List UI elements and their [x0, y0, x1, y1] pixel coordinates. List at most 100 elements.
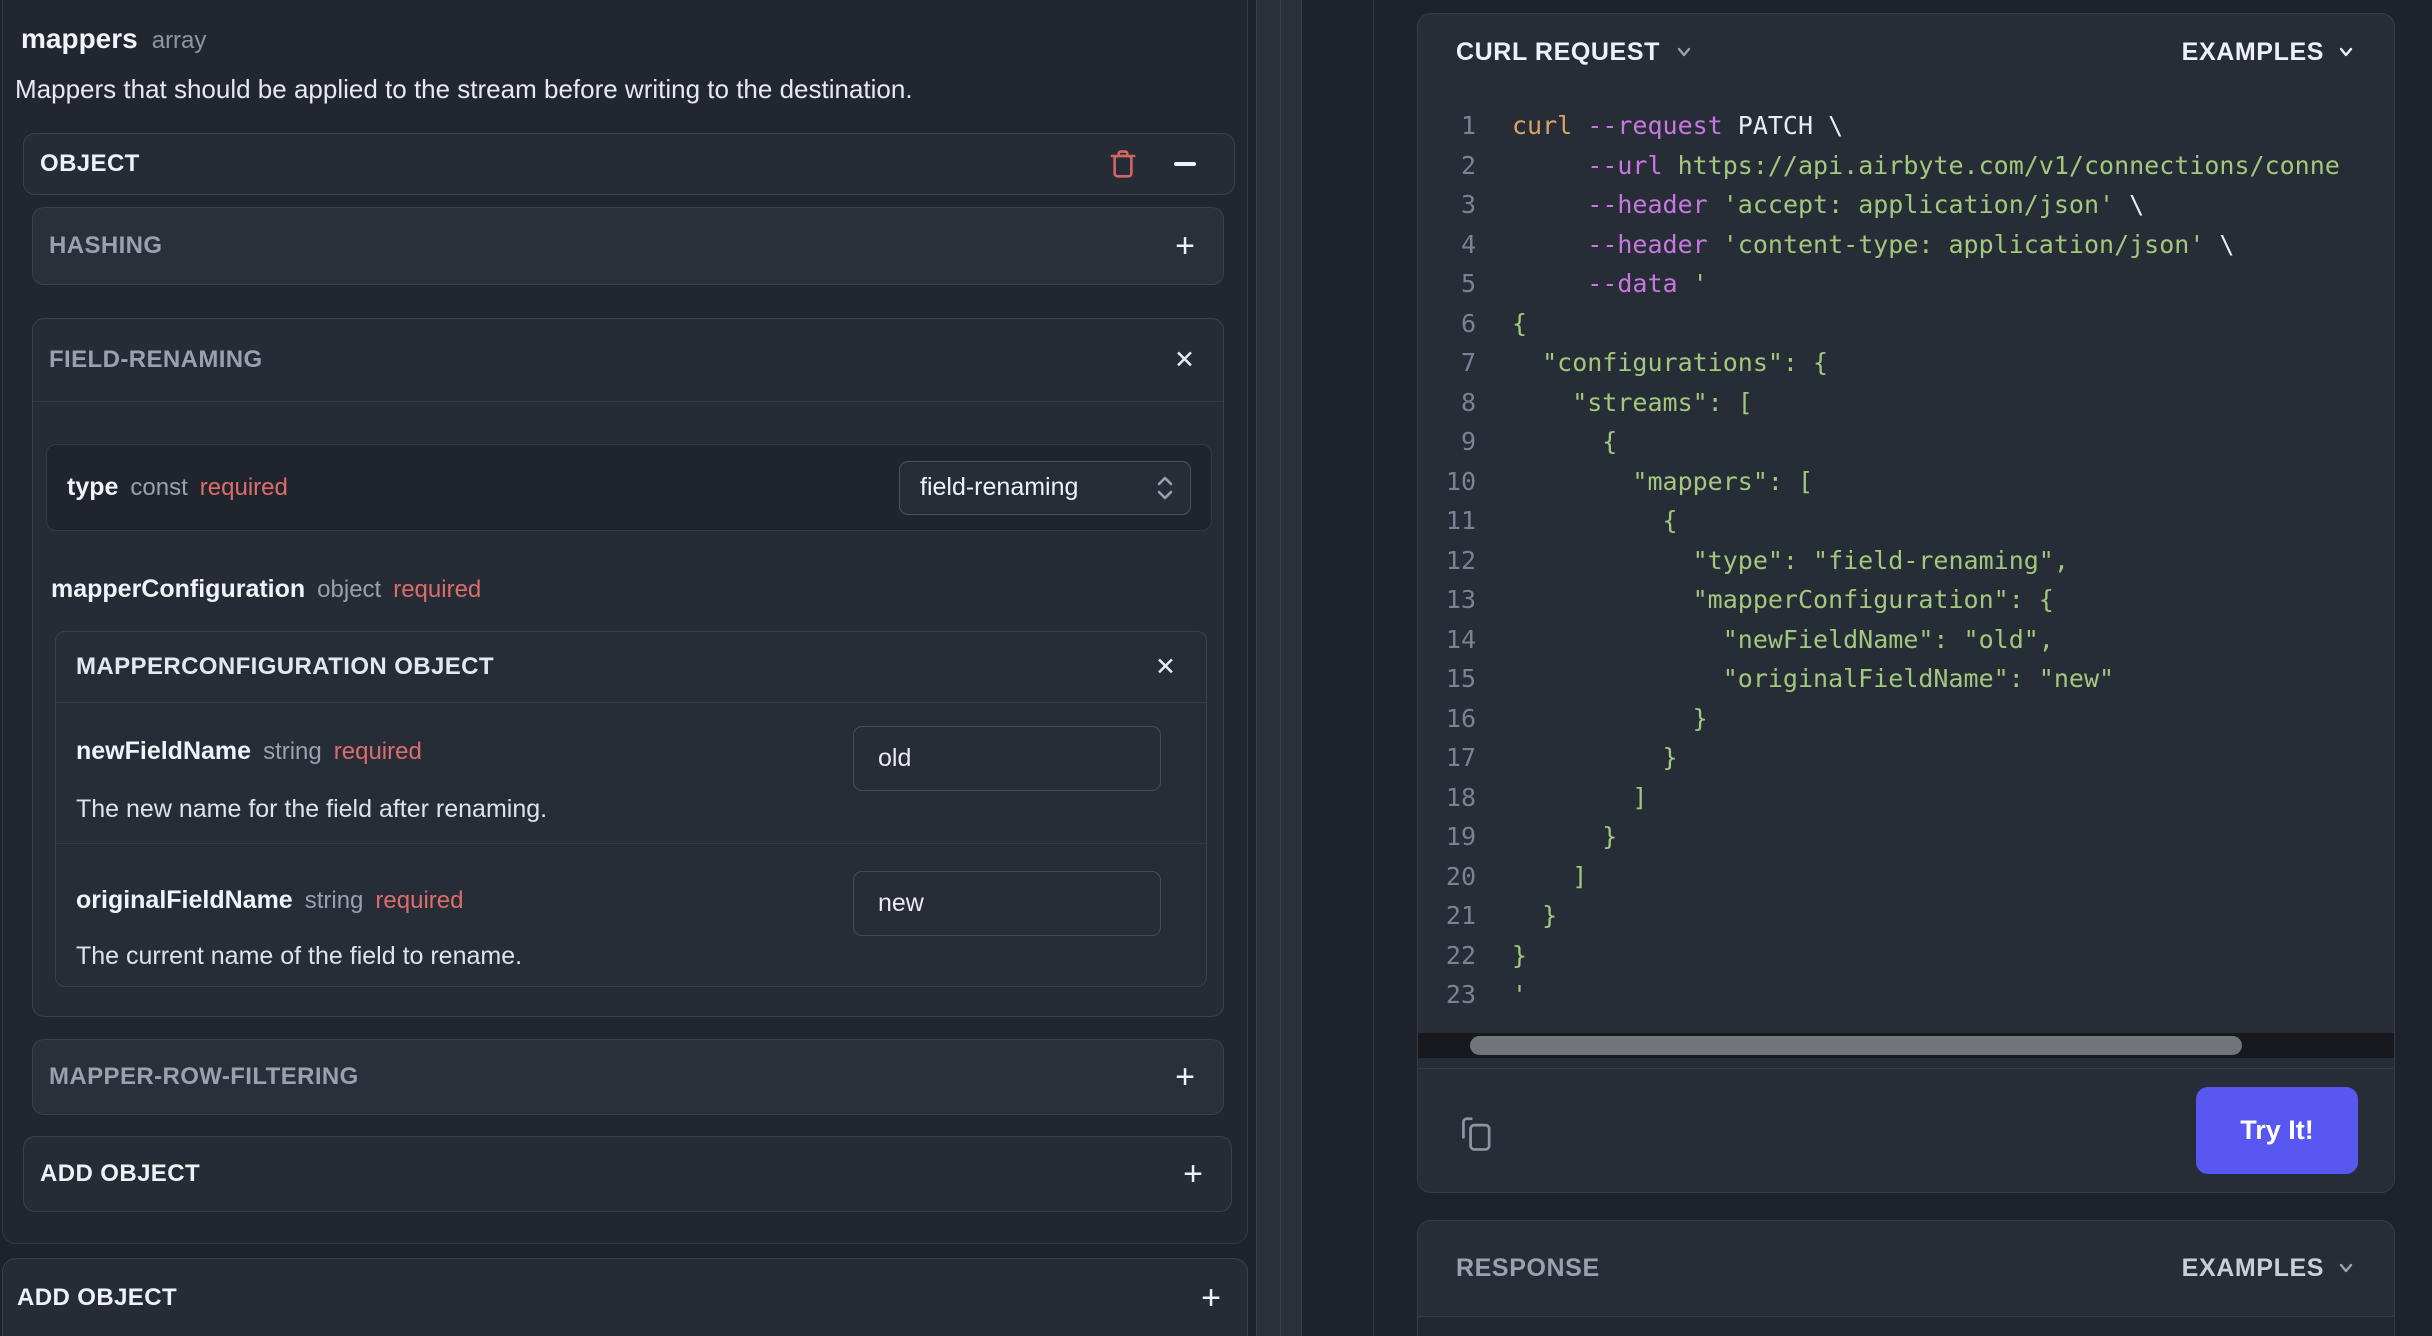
code-text: --data ' — [1512, 264, 1708, 304]
original-field-name-required-badge: required — [375, 887, 464, 914]
line-number: 8 — [1460, 387, 1476, 417]
code-line: 10 "mappers": [ — [1440, 462, 2394, 502]
chevrons-updown-icon — [1157, 476, 1173, 499]
code-line: 17 } — [1440, 738, 2394, 778]
line-number: 13 — [1445, 585, 1476, 614]
original-field-name-label: originalFieldName — [76, 886, 293, 914]
code-text: "configurations": { — [1512, 343, 1828, 383]
code-text: } — [1512, 817, 1617, 857]
plus-icon[interactable]: + — [1175, 229, 1195, 263]
response-panel: RESPONSE EXAMPLES — [1417, 1220, 2395, 1336]
close-icon[interactable]: ✕ — [1174, 347, 1195, 373]
curl-code-block[interactable]: 1 curl --request PATCH \ 2 --url https://a… — [1418, 90, 2394, 1024]
code-token: } — [1512, 703, 1708, 733]
code-horizontal-scrollbar[interactable] — [1418, 1033, 2394, 1058]
line-number: 3 — [1460, 190, 1476, 219]
add-object-button[interactable]: ADD OBJECT + — [23, 1136, 1232, 1212]
original-field-name-kind: string — [304, 887, 364, 914]
code-text: "type": "field-renaming", — [1512, 541, 2069, 581]
response-examples-dropdown[interactable]: EXAMPLES — [2182, 1254, 2356, 1283]
new-field-name-required-badge: required — [333, 738, 422, 765]
code-line: 15 "originalFieldName": "new" — [1440, 659, 2394, 699]
code-text: } — [1512, 699, 1708, 739]
code-text: } — [1512, 936, 1527, 976]
line-number: 7 — [1460, 348, 1476, 377]
new-field-name-input[interactable]: old — [853, 726, 1161, 791]
copy-code-button[interactable] — [1458, 1113, 1496, 1153]
line-number: 9 — [1460, 427, 1476, 456]
field-renaming-header: FIELD-RENAMING ✕ — [33, 319, 1223, 402]
code-token: "originalFieldName": "new" — [1512, 664, 2115, 693]
code-text: { — [1512, 422, 1617, 462]
code-line: 3 --header 'accept: application/json' \ — [1440, 185, 2394, 225]
code-token: ] — [1512, 782, 1648, 812]
api-docs-playground: mappers array Mappers that should be app… — [0, 0, 2432, 1336]
code-line: 2 --url https://api.airbyte.com/v1/conne… — [1440, 146, 2394, 186]
code-token: "configurations": { — [1512, 348, 1829, 377]
try-it-button[interactable]: Try It! — [2196, 1087, 2358, 1174]
line-number: 19 — [1445, 822, 1476, 851]
request-examples-dropdown[interactable]: EXAMPLES — [2182, 38, 2356, 67]
new-field-name-row: newFieldName string required The new nam… — [56, 703, 1206, 843]
original-field-name-input[interactable]: new — [853, 871, 1161, 936]
code-text: --url https://api.airbyte.com/v1/connect… — [1512, 146, 2340, 186]
hashing-section[interactable]: HASHING + — [32, 207, 1224, 285]
code-line: 11 { — [1440, 501, 2394, 541]
code-line: 22} — [1440, 936, 2394, 976]
delete-object-button[interactable] — [1108, 148, 1138, 180]
code-text: "originalFieldName": "new" — [1512, 659, 2114, 699]
code-text: "streams": [ — [1512, 383, 1753, 423]
line-number: 2 — [1460, 150, 1476, 180]
curl-request-title: CURL REQUEST — [1456, 37, 1660, 66]
code-token: ' — [1692, 269, 1708, 298]
chevron-down-icon — [2339, 1263, 2353, 1273]
new-field-name-kind: string — [263, 738, 322, 765]
mapper-configuration-name: mapperConfiguration — [51, 575, 306, 603]
curl-panel-footer: Try It! — [1418, 1068, 2394, 1192]
curl-request-dropdown[interactable]: CURL REQUEST — [1456, 38, 1694, 67]
code-line: 19 } — [1440, 817, 2394, 857]
line-number: 5 — [1460, 269, 1476, 298]
scrollbar-thumb[interactable] — [1470, 1036, 2242, 1055]
code-token: "newFieldName": "old", — [1512, 624, 2054, 654]
object-card-title: OBJECT — [40, 150, 140, 177]
request-examples-label: EXAMPLES — [2181, 37, 2324, 66]
left-column-scrollbar[interactable] — [1256, 0, 1302, 1336]
code-token: "type": "field-renaming", — [1512, 545, 2069, 575]
code-line: 4 --header 'content-type: application/js… — [1440, 225, 2394, 265]
mapper-row-filtering-section[interactable]: MAPPER-ROW-FILTERING + — [32, 1039, 1224, 1115]
mapper-configuration-card-title: MAPPERCONFIGURATION OBJECT — [76, 653, 494, 680]
code-text: ' — [1512, 975, 1527, 1015]
add-object-outer-button[interactable]: ADD OBJECT + — [2, 1258, 1248, 1336]
line-number: 16 — [1445, 703, 1476, 733]
code-token: "mappers": [ — [1512, 466, 1814, 496]
line-number: 20 — [1445, 861, 1476, 891]
type-select[interactable]: field-renaming — [899, 460, 1191, 515]
code-token: ' — [1512, 980, 1528, 1009]
plus-icon[interactable]: + — [1175, 1060, 1195, 1094]
line-number: 23 — [1445, 980, 1476, 1009]
field-renaming-section: FIELD-RENAMING ✕ type const required fie… — [32, 318, 1224, 1017]
code-text: } — [1512, 896, 1557, 936]
code-token: https://api.airbyte.com/v1/connections/c… — [1677, 150, 2340, 180]
code-token: --header — [1587, 229, 1723, 259]
code-line: 16 } — [1440, 699, 2394, 739]
collapse-object-button[interactable] — [1174, 162, 1196, 166]
plus-icon: + — [1183, 1155, 1203, 1193]
code-text: } — [1512, 738, 1678, 778]
original-field-name-description: The current name of the field to rename. — [76, 942, 523, 970]
column-divider — [1373, 0, 1374, 1336]
code-token: 'content-type: application/json' — [1722, 229, 2205, 259]
line-number: 15 — [1445, 664, 1476, 693]
curl-request-header: CURL REQUEST EXAMPLES — [1418, 14, 2394, 90]
type-select-value: field-renaming — [920, 473, 1079, 501]
code-line: 9 { — [1440, 422, 2394, 462]
code-text: { — [1512, 501, 1678, 541]
close-icon[interactable]: ✕ — [1155, 654, 1176, 680]
mapper-configuration-card-header: MAPPERCONFIGURATION OBJECT ✕ — [56, 632, 1206, 703]
code-text: --header 'accept: application/json' \ — [1512, 185, 2144, 225]
code-token: --header — [1587, 190, 1723, 219]
copy-icon — [1462, 1117, 1491, 1151]
